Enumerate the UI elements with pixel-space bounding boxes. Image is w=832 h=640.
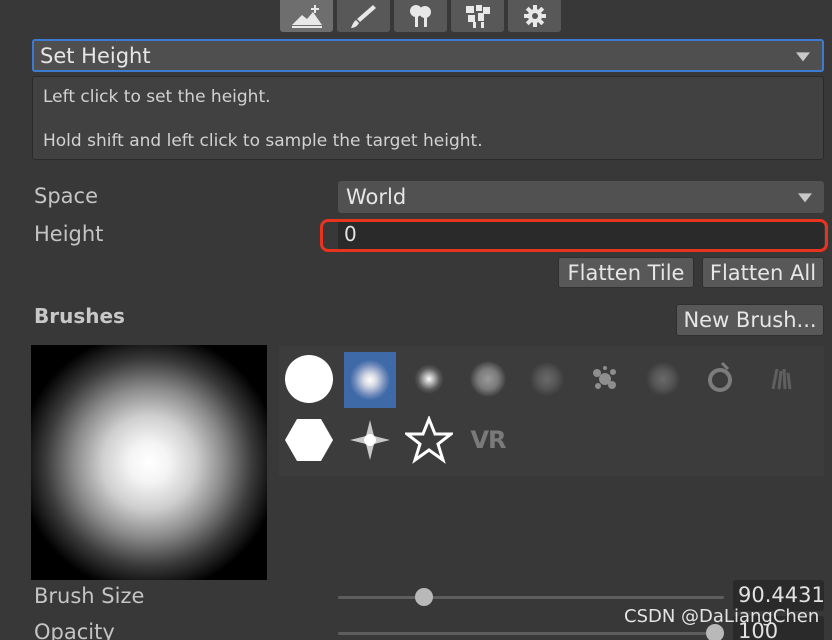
brush-small-soft[interactable] (403, 351, 455, 407)
brush-cloud[interactable] (462, 351, 514, 407)
raise-lower-terrain-tool-button[interactable] (280, 0, 333, 32)
height-label: Height (34, 222, 104, 246)
noise-brush-icon (530, 362, 564, 396)
brush-noise-5[interactable] (755, 351, 807, 407)
streak-brush-icon (771, 368, 792, 390)
space-dropdown[interactable]: World (338, 181, 824, 213)
help-line-1: Left click to set the height. (43, 87, 271, 107)
space-value: World (346, 185, 407, 209)
grass-icon (465, 5, 490, 28)
brush-star-soft[interactable] (344, 412, 396, 468)
brush-star-outline[interactable] (403, 412, 455, 468)
hard-circle-brush-icon (285, 355, 333, 403)
brush-noise-2[interactable] (579, 351, 631, 407)
terrain-plus-icon (291, 5, 322, 28)
chevron-down-icon (798, 193, 812, 203)
brush-size-slider-knob[interactable] (415, 588, 434, 606)
tool-mode-dropdown[interactable]: Set Height (32, 39, 824, 72)
rock-brush-icon (646, 362, 680, 396)
brush-preview (31, 345, 267, 580)
brush-vr[interactable]: VR (462, 412, 514, 468)
brush-soft-circle[interactable] (344, 352, 396, 408)
gear-icon (523, 5, 546, 27)
new-brush-button[interactable]: New Brush... (676, 304, 824, 336)
paint-details-tool-button[interactable] (451, 0, 504, 32)
height-input[interactable]: 0 (338, 221, 824, 250)
space-label: Space (34, 184, 98, 208)
chevron-down-icon (796, 51, 810, 61)
small-soft-brush-icon (414, 364, 444, 394)
brushes-title: Brushes (34, 304, 125, 328)
paint-texture-tool-button[interactable] (337, 0, 390, 32)
tool-mode-value: Set Height (40, 43, 151, 68)
brush-grid: VR (279, 346, 824, 476)
help-box: Left click to set the height. Hold shift… (32, 76, 824, 160)
cloud-brush-icon (470, 361, 506, 397)
tree-icon (409, 5, 431, 27)
star-outline-brush-icon (405, 416, 453, 464)
opacity-slider-track[interactable] (338, 632, 724, 635)
watermark: CSDN @DaLiangChen (624, 606, 820, 627)
brush-hexagon[interactable] (283, 412, 335, 468)
flatten-tile-button[interactable]: Flatten Tile (558, 257, 694, 288)
help-line-2: Hold shift and left click to sample the … (43, 131, 483, 151)
brush-hard-circle[interactable] (283, 351, 335, 407)
vr-brush-label: VR (470, 426, 506, 454)
opacity-label: Opacity (34, 620, 115, 640)
paint-trees-tool-button[interactable] (394, 0, 447, 32)
terrain-settings-tool-button[interactable] (508, 0, 561, 32)
brush-size-label: Brush Size (34, 584, 145, 608)
brush-noise-4[interactable] (694, 351, 746, 407)
brush-noise-3[interactable] (637, 351, 689, 407)
hexagon-brush-icon (285, 419, 333, 461)
brush-icon (350, 5, 376, 28)
terrain-inspector: Set Height Left click to set the height.… (0, 0, 832, 640)
splatter-brush-icon (593, 366, 616, 389)
soft-circle-brush-icon (350, 360, 390, 400)
sparkle-brush-icon (350, 420, 390, 460)
flatten-all-button[interactable]: Flatten All (702, 257, 824, 288)
terrain-toolbar (280, 0, 561, 34)
brush-size-slider-track[interactable] (338, 596, 724, 599)
brush-noise-1[interactable] (521, 351, 573, 407)
ring-brush-icon (708, 361, 732, 392)
